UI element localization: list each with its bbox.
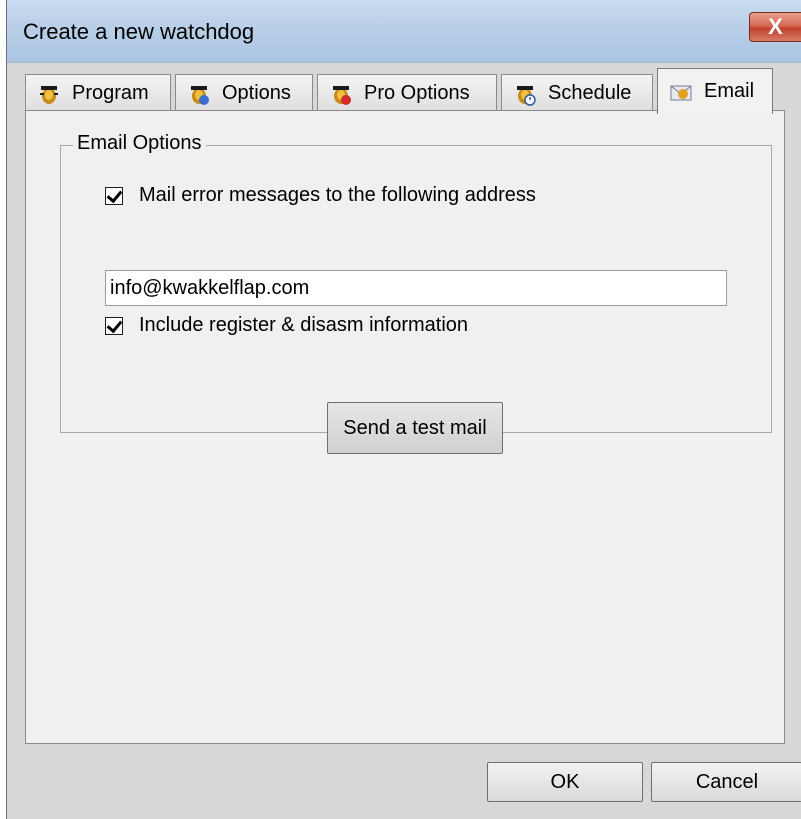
send-test-mail-button[interactable]: Send a test mail bbox=[327, 402, 503, 454]
email-tab-panel: Email Options Mail error messages to the… bbox=[25, 110, 785, 744]
tab-pro-options[interactable]: Pro Options bbox=[317, 74, 497, 112]
watchdog-dialog: Create a new watchdog X Program Options … bbox=[6, 0, 801, 819]
tab-options[interactable]: Options bbox=[175, 74, 313, 112]
include-register-label: Include register & disasm information bbox=[139, 314, 469, 336]
email-options-group: Email Options Mail error messages to the… bbox=[60, 132, 772, 454]
tab-program[interactable]: Program bbox=[25, 74, 171, 112]
watchdog-icon bbox=[36, 81, 62, 107]
close-icon: X bbox=[768, 14, 783, 39]
tab-email[interactable]: Email bbox=[657, 68, 773, 114]
cancel-button[interactable]: Cancel bbox=[651, 762, 801, 802]
mail-errors-label: Mail error messages to the following add… bbox=[139, 184, 536, 206]
tab-schedule[interactable]: Schedule bbox=[501, 74, 653, 112]
group-title: Email Options bbox=[73, 132, 206, 155]
include-register-checkbox[interactable] bbox=[105, 316, 123, 335]
tab-label: Program bbox=[72, 82, 149, 104]
tab-strip: Program Options Pro Options Schedule Ema… bbox=[25, 68, 801, 114]
tab-label: Email bbox=[704, 80, 755, 102]
tab-label: Options bbox=[222, 82, 291, 104]
email-icon bbox=[668, 79, 694, 105]
mail-errors-checkbox[interactable] bbox=[105, 186, 123, 205]
window-title: Create a new watchdog bbox=[23, 19, 255, 44]
email-address-input[interactable]: info@kwakkelflap.com bbox=[105, 270, 727, 306]
tab-label: Schedule bbox=[548, 82, 632, 104]
schedule-icon bbox=[512, 81, 538, 107]
watchdog-pro-icon bbox=[328, 81, 354, 107]
watchdog-options-icon bbox=[186, 81, 212, 107]
close-button[interactable]: X bbox=[749, 12, 801, 42]
title-bar[interactable]: Create a new watchdog X bbox=[7, 0, 801, 63]
include-register-row[interactable]: Include register & disasm information bbox=[105, 314, 468, 337]
ok-button[interactable]: OK bbox=[487, 762, 643, 802]
mail-errors-row[interactable]: Mail error messages to the following add… bbox=[105, 184, 536, 207]
tab-label: Pro Options bbox=[364, 82, 470, 104]
